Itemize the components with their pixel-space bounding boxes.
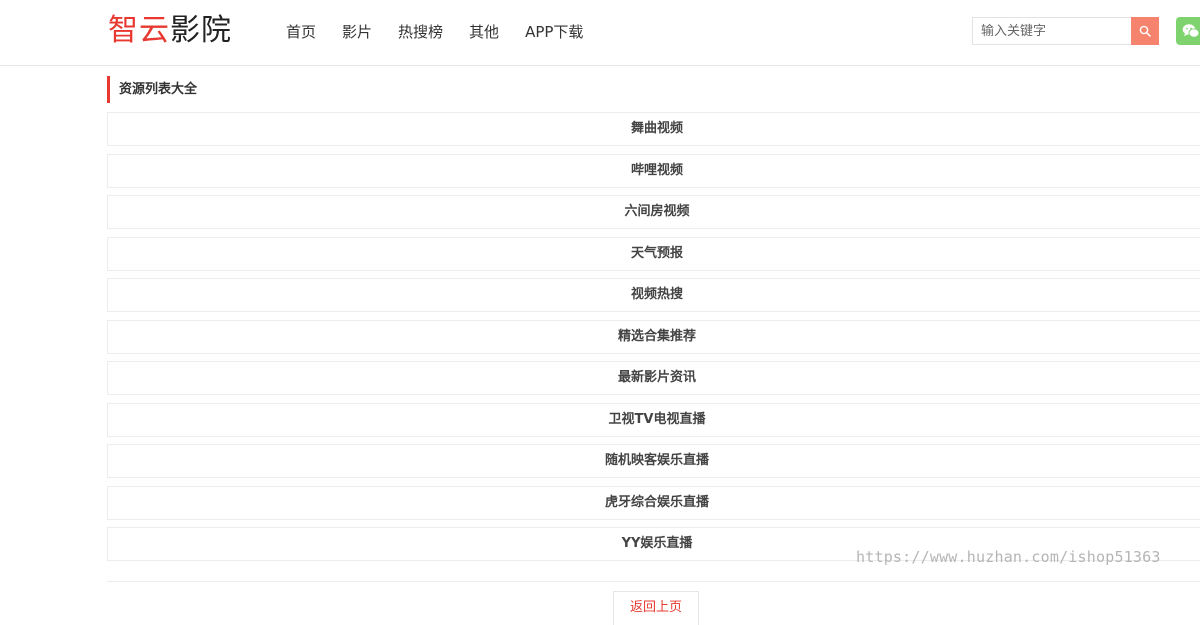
watermark-text: https://www.huzhan.com/ishop51363 [856,548,1161,566]
list-item[interactable]: 虎牙综合娱乐直播 [107,485,1200,520]
search-button[interactable] [1131,17,1159,45]
search-icon [1139,25,1151,37]
list-item[interactable]: 卫视TV电视直播 [107,402,1200,437]
list-item[interactable]: 六间房视频 [107,195,1200,229]
nav-item-movies[interactable]: 影片 [342,20,372,44]
main-nav: 首页 影片 热搜榜 其他 APP下载 [286,20,583,44]
logo-rest-text: 影院 [170,13,232,48]
footer-divider [107,581,1200,582]
wechat-icon [1182,24,1200,38]
nav-item-app-download[interactable]: APP下载 [525,20,583,44]
wechat-button[interactable] [1176,17,1200,45]
section-title: 资源列表大全 [107,76,197,103]
nav-item-home[interactable]: 首页 [286,20,316,44]
search-input[interactable] [972,17,1131,45]
list-item[interactable]: 天气预报 [107,236,1200,271]
back-button[interactable]: 返回上页 [613,591,699,625]
list-item[interactable]: 随机映客娱乐直播 [107,444,1200,478]
site-logo[interactable]: 智云影院 [108,12,232,50]
resource-list: 舞曲视频 哔哩视频 六间房视频 天气预报 视频热搜 精选合集推荐 最新影片资讯 … [107,112,1200,569]
list-item[interactable]: 最新影片资讯 [107,361,1200,395]
list-item[interactable]: 视频热搜 [107,278,1200,312]
list-item[interactable]: 舞曲视频 [107,112,1200,146]
nav-item-hot-search[interactable]: 热搜榜 [398,20,443,44]
list-item[interactable]: 哔哩视频 [107,153,1200,188]
nav-item-other[interactable]: 其他 [469,20,499,44]
site-header: 智云影院 首页 影片 热搜榜 其他 APP下载 [0,0,1200,66]
list-item[interactable]: 精选合集推荐 [107,319,1200,354]
logo-accent-text: 智云 [108,13,170,48]
